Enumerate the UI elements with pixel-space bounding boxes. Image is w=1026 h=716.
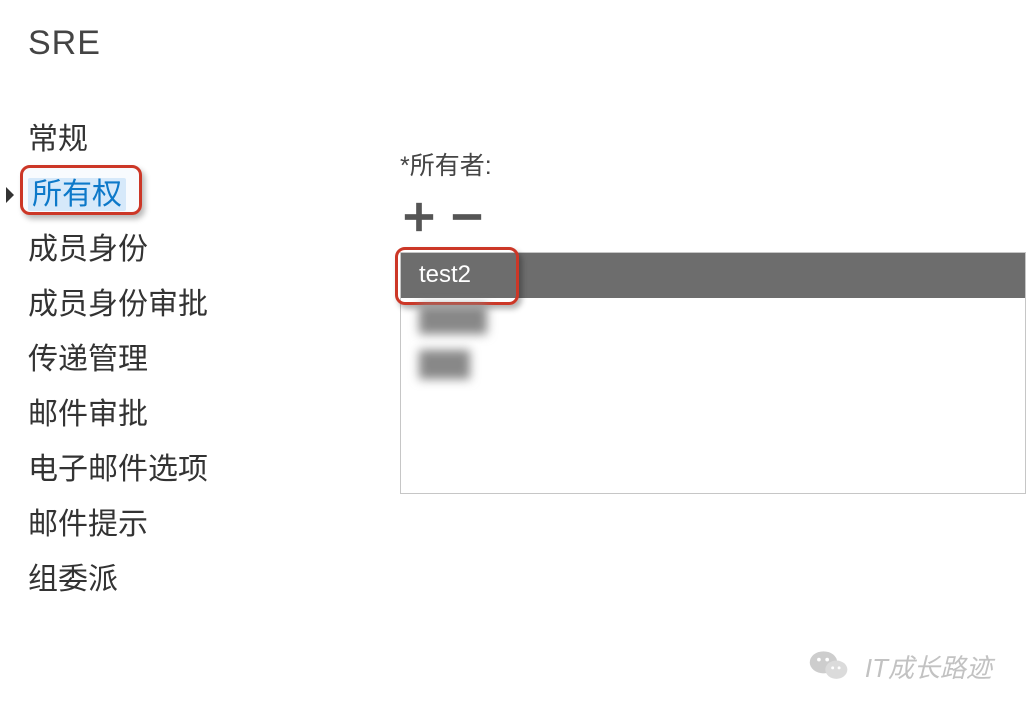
add-owner-button[interactable] bbox=[402, 200, 436, 234]
page-title: SRE bbox=[28, 24, 101, 63]
sidebar-item-membership-approval[interactable]: 成员身份审批 bbox=[0, 277, 270, 332]
plus-icon bbox=[402, 200, 436, 234]
sidebar-item-label: 成员身份 bbox=[28, 233, 148, 266]
sidebar-item-ownership[interactable]: 所有权 bbox=[0, 167, 270, 222]
sidebar-item-delivery-management[interactable]: 传递管理 bbox=[0, 332, 270, 387]
owner-name: test2 bbox=[419, 261, 471, 288]
owner-row[interactable]: ████ bbox=[401, 298, 1025, 343]
remove-owner-button[interactable] bbox=[450, 200, 484, 234]
owner-name: ███ bbox=[419, 351, 470, 378]
sidebar-item-membership[interactable]: 成员身份 bbox=[0, 222, 270, 277]
sidebar-item-general[interactable]: 常规 bbox=[0, 112, 270, 167]
watermark-text: IT成长路迹 bbox=[865, 648, 992, 685]
owners-toolbar bbox=[402, 200, 1026, 234]
owners-list[interactable]: test2 ████ ███ bbox=[400, 252, 1026, 494]
sidebar-item-label: 成员身份审批 bbox=[28, 288, 208, 321]
sidebar-item-email-options[interactable]: 电子邮件选项 bbox=[0, 442, 270, 497]
sidebar-item-label: 所有权 bbox=[28, 178, 126, 211]
sidebar-item-label: 常规 bbox=[28, 123, 88, 156]
watermark: IT成长路迹 bbox=[807, 644, 992, 688]
wechat-icon bbox=[807, 644, 851, 688]
owner-row[interactable]: test2 bbox=[401, 253, 1025, 298]
sidebar-item-mailtip[interactable]: 邮件提示 bbox=[0, 497, 270, 552]
sidebar-item-group-delegation[interactable]: 组委派 bbox=[0, 552, 270, 607]
sidebar-item-label: 邮件审批 bbox=[28, 398, 148, 431]
owner-row[interactable]: ███ bbox=[401, 343, 1025, 388]
owners-field-label: *所有者: bbox=[400, 146, 1026, 182]
settings-sidebar: 常规 所有权 成员身份 成员身份审批 传递管理 邮件审批 电子邮件选项 邮件提示… bbox=[0, 112, 270, 607]
sidebar-item-label: 邮件提示 bbox=[28, 508, 148, 541]
sidebar-item-label: 组委派 bbox=[28, 563, 118, 596]
sidebar-item-message-approval[interactable]: 邮件审批 bbox=[0, 387, 270, 442]
minus-icon bbox=[450, 200, 484, 234]
sidebar-item-label: 传递管理 bbox=[28, 343, 148, 376]
main-content: *所有者: test2 ████ ███ bbox=[400, 146, 1026, 494]
owner-name: ████ bbox=[419, 306, 487, 333]
sidebar-item-label: 电子邮件选项 bbox=[28, 453, 208, 486]
selected-marker-icon bbox=[6, 187, 14, 203]
